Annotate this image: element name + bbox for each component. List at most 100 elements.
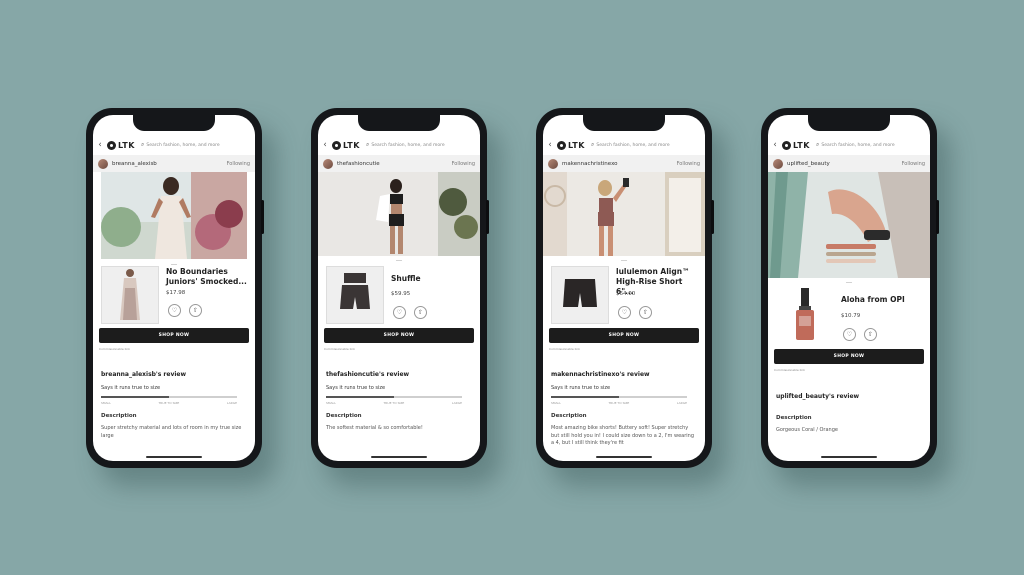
shop-now-button[interactable]: SHOP NOW — [324, 328, 474, 343]
following-button[interactable]: Following — [452, 161, 475, 167]
creator-username[interactable]: uplifted_beauty — [787, 161, 902, 167]
heart-icon[interactable]: ♡ — [168, 304, 181, 317]
size-large-label: LARGE — [451, 401, 462, 405]
search-icon[interactable]: ⌕ — [141, 141, 144, 149]
product-image[interactable] — [326, 266, 384, 324]
size-labels: SMALL TRUE TO SIZE LARGE — [101, 401, 237, 405]
search-input[interactable]: Search fashion, home, and more — [821, 143, 894, 148]
heart-icon[interactable]: ♡ — [393, 306, 406, 319]
size-large-label: LARGE — [676, 401, 687, 405]
share-icon[interactable]: ⇧ — [864, 328, 877, 341]
top-bar: ‹ LTK ⌕ Search fashion, home, and more — [93, 137, 255, 153]
search-input[interactable]: Search fashion, home, and more — [146, 143, 219, 148]
size-bar — [101, 396, 237, 398]
size-true-label: TRUE TO SIZE — [158, 401, 180, 405]
phone-screen: ‹ LTK ⌕ Search fashion, home, and more t… — [318, 115, 480, 461]
creator-bar: uplifted_beauty Following — [768, 155, 930, 172]
size-bar — [326, 396, 462, 398]
creator-username[interactable]: breanna_alexisb — [112, 161, 227, 167]
creator-bar: makennachristinexo Following — [543, 155, 705, 172]
ltk-logo: LTK — [107, 140, 141, 150]
commission-note: Commissionable link — [324, 347, 355, 351]
description-heading: Description — [551, 413, 587, 419]
size-labels: SMALL TRUE TO SIZE LARGE — [551, 401, 687, 405]
product-image[interactable] — [776, 285, 834, 343]
creator-username[interactable]: makennachristinexo — [562, 161, 677, 167]
product-price: $64.00 — [616, 291, 636, 297]
description-text: The softest material & so comfortable! — [326, 425, 423, 431]
notch — [133, 115, 215, 131]
ltk-logo: LTK — [332, 140, 366, 150]
share-icon[interactable]: ⇧ — [414, 306, 427, 319]
phone-4: ‹ LTK ⌕ Search fashion, home, and more u… — [761, 108, 939, 468]
home-indicator — [596, 456, 652, 458]
creator-username[interactable]: thefashioncutie — [337, 161, 452, 167]
review-title: uplifted_beauty's review — [776, 393, 860, 400]
commission-note: Commissionable link — [549, 347, 580, 351]
divider-handle: ━━━━ — [170, 263, 178, 266]
product-price: $17.98 — [166, 290, 186, 296]
chevron-left-icon[interactable]: ‹ — [93, 140, 107, 150]
product-name[interactable]: Aloha from OPI — [841, 295, 924, 305]
description-text: Gorgeous Coral / Orange — [776, 427, 838, 433]
shop-now-button[interactable]: SHOP NOW — [549, 328, 699, 343]
divider-handle: ━━━━ — [395, 259, 403, 262]
description-heading: Description — [326, 413, 362, 419]
creator-bar: breanna_alexisb Following — [93, 155, 255, 172]
search-input[interactable]: Search fashion, home, and more — [371, 143, 444, 148]
following-button[interactable]: Following — [902, 161, 925, 167]
search-input[interactable]: Search fashion, home, and more — [596, 143, 669, 148]
avatar[interactable] — [548, 158, 558, 169]
phone-2: ‹ LTK ⌕ Search fashion, home, and more t… — [311, 108, 489, 468]
size-labels: SMALL TRUE TO SIZE LARGE — [326, 401, 462, 405]
search-icon[interactable]: ⌕ — [816, 141, 819, 149]
phone-screen: ‹ LTK ⌕ Search fashion, home, and more m… — [543, 115, 705, 461]
notch — [583, 115, 665, 131]
post-photo[interactable] — [768, 172, 930, 278]
top-bar: ‹ LTK ⌕ Search fashion, home, and more — [543, 137, 705, 153]
post-photo[interactable] — [101, 172, 247, 259]
size-true-label: TRUE TO SIZE — [608, 401, 630, 405]
share-icon[interactable]: ⇧ — [639, 306, 652, 319]
description-heading: Description — [101, 413, 137, 419]
following-button[interactable]: Following — [227, 161, 250, 167]
home-indicator — [821, 456, 877, 458]
avatar[interactable] — [773, 158, 783, 169]
phone-screen: ‹ LTK ⌕ Search fashion, home, and more b… — [93, 115, 255, 461]
product-name[interactable]: Shuffle — [391, 274, 474, 284]
size-large-label: LARGE — [226, 401, 237, 405]
top-bar: ‹ LTK ⌕ Search fashion, home, and more — [768, 137, 930, 153]
top-bar: ‹ LTK ⌕ Search fashion, home, and more — [318, 137, 480, 153]
chevron-left-icon[interactable]: ‹ — [768, 140, 782, 150]
phone-3: ‹ LTK ⌕ Search fashion, home, and more m… — [536, 108, 714, 468]
avatar[interactable] — [323, 158, 333, 169]
review-title: thefashioncutie's review — [326, 371, 410, 378]
notch — [358, 115, 440, 131]
commission-note: Commissionable link — [774, 368, 805, 372]
product-image[interactable] — [101, 266, 159, 324]
search-icon[interactable]: ⌕ — [591, 141, 594, 149]
ltk-logo: LTK — [782, 140, 816, 150]
chevron-left-icon[interactable]: ‹ — [543, 140, 557, 150]
shop-now-button[interactable]: SHOP NOW — [99, 328, 249, 343]
post-photo[interactable] — [543, 172, 705, 256]
size-small-label: SMALL — [101, 401, 111, 405]
product-name[interactable]: No Boundaries Juniors' Smocked... — [166, 267, 249, 287]
product-price: $10.79 — [841, 313, 861, 319]
creator-bar: thefashioncutie Following — [318, 155, 480, 172]
heart-icon[interactable]: ♡ — [843, 328, 856, 341]
product-image[interactable] — [551, 266, 609, 324]
shop-now-button[interactable]: SHOP NOW — [774, 349, 924, 364]
share-icon[interactable]: ⇧ — [189, 304, 202, 317]
chevron-left-icon[interactable]: ‹ — [318, 140, 332, 150]
review-title: breanna_alexisb's review — [101, 371, 187, 378]
phone-screen: ‹ LTK ⌕ Search fashion, home, and more u… — [768, 115, 930, 461]
heart-icon[interactable]: ♡ — [618, 306, 631, 319]
size-fit-text: Says it runs true to size — [551, 385, 611, 391]
description-heading: Description — [776, 415, 812, 421]
post-photo[interactable] — [318, 172, 480, 256]
avatar[interactable] — [98, 158, 108, 169]
divider-handle: ━━━━ — [845, 281, 853, 284]
search-icon[interactable]: ⌕ — [366, 141, 369, 149]
following-button[interactable]: Following — [677, 161, 700, 167]
